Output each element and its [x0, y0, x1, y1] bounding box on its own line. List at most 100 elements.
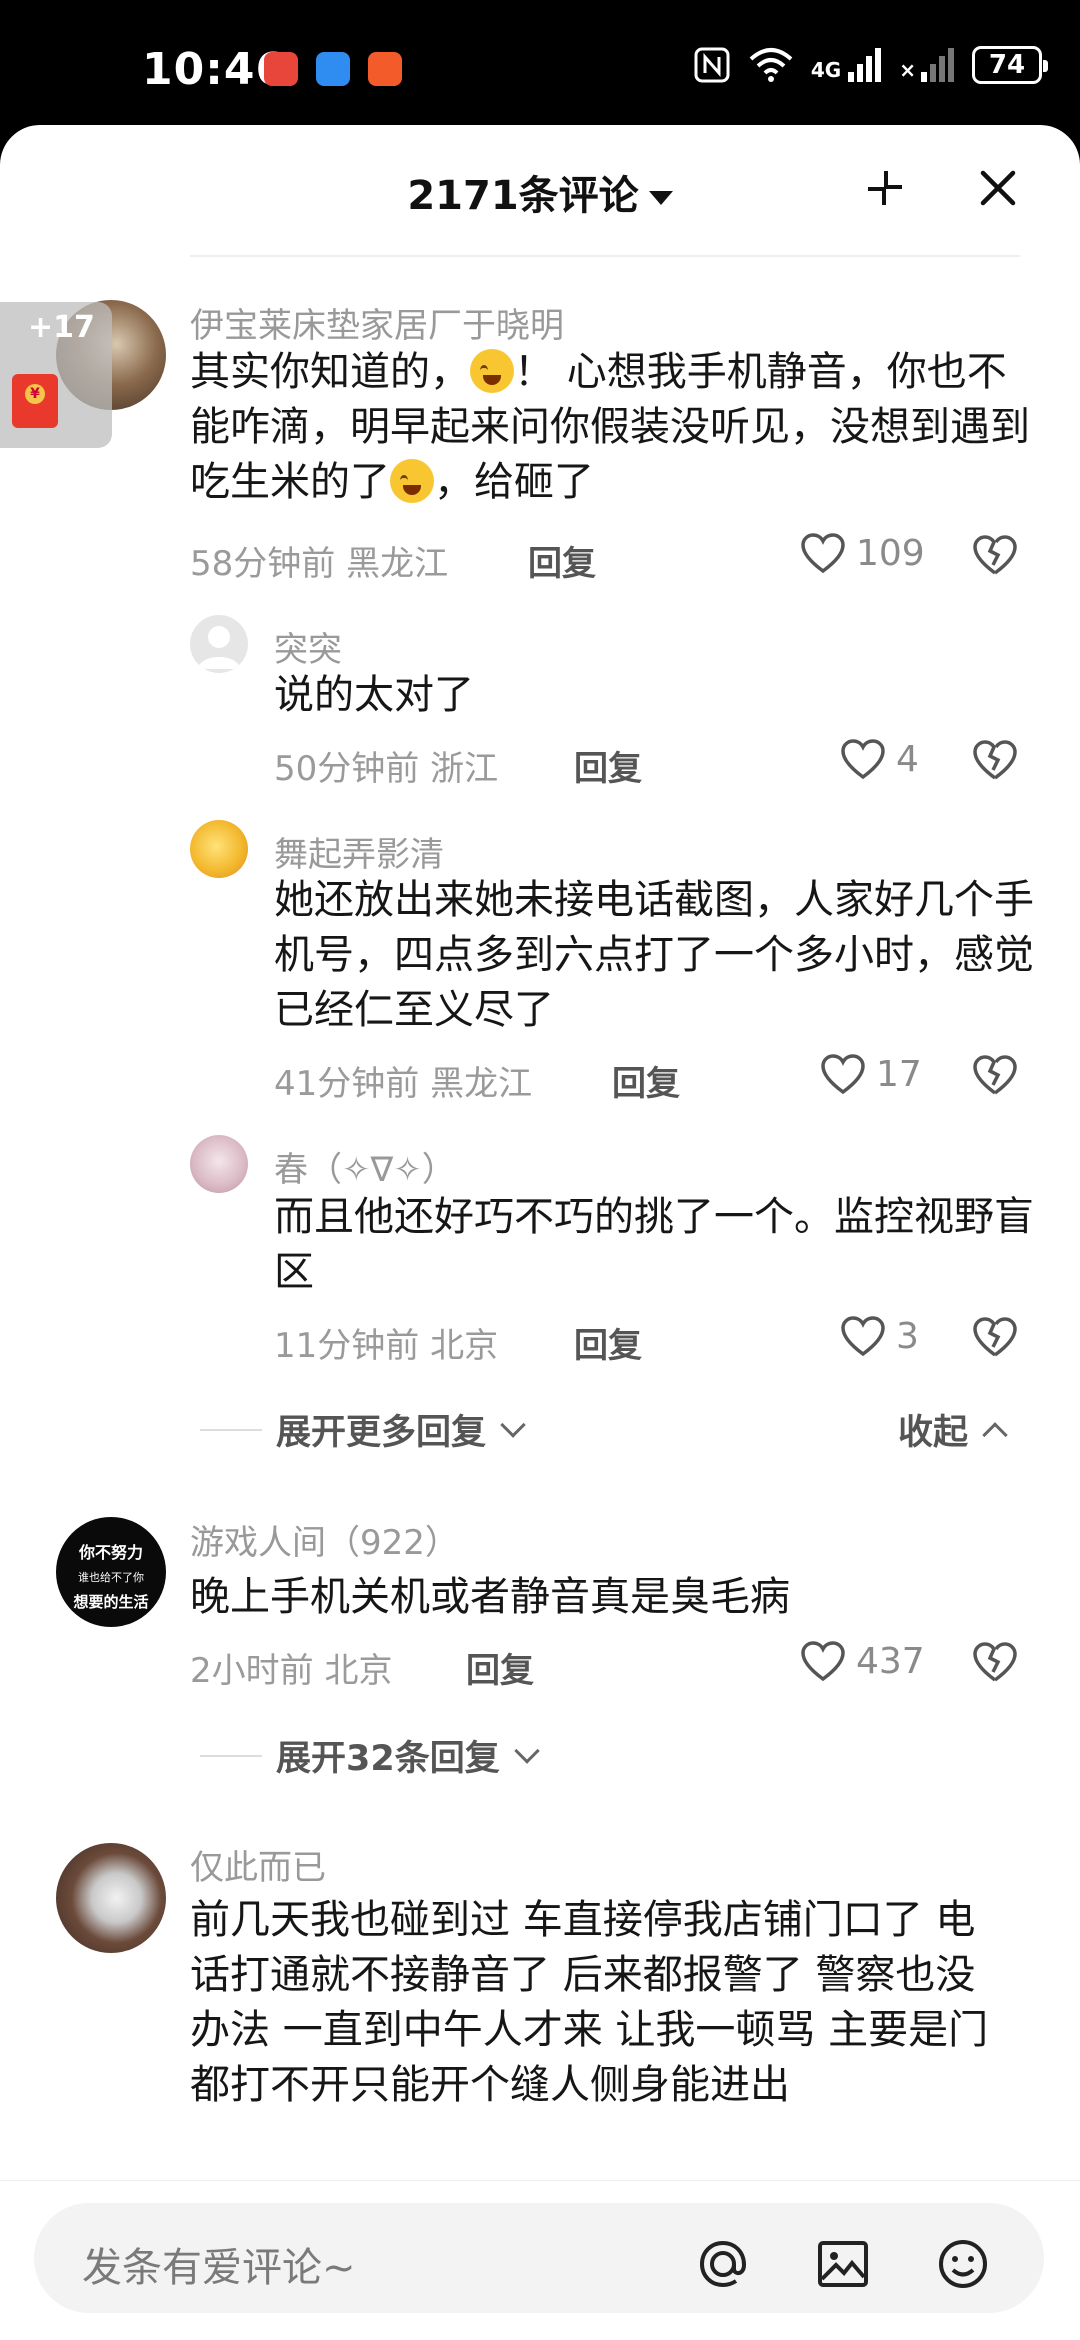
like-count: 109 — [856, 532, 925, 574]
avatar[interactable] — [190, 820, 248, 878]
avatar-text: 想要的生活 — [73, 1593, 149, 1611]
avatar-text: 谁也给不了你 — [78, 1571, 144, 1584]
wifi-icon — [749, 48, 793, 82]
expand-more-replies[interactable]: 展开更多回复 — [200, 1404, 526, 1455]
dislike-icon[interactable] — [972, 1315, 1018, 1359]
comment-text: 其实你知道的，！ 心想我手机静音，你也不能咋滴，明早起来问你假装没听见，没想到遇… — [190, 345, 1040, 510]
comment-text: 前几天我也碰到过 车直接停我店铺门口了 电话打通就不接静音了 后来都报警了 警察… — [190, 1897, 989, 2108]
comment-text: 说的太对了 — [274, 672, 474, 718]
reply-button[interactable]: 回复 — [574, 1318, 642, 1367]
nfc-icon — [694, 47, 730, 83]
heart-icon — [841, 1316, 885, 1357]
comment-author[interactable]: 游戏人间（922） — [190, 1515, 459, 1564]
image-icon[interactable] — [812, 2233, 874, 2295]
comment-text-part: 其实你知道的， — [190, 349, 470, 395]
comment-meta: 11分钟前 北京 — [274, 1318, 498, 1367]
signal-weak-icon: × — [899, 48, 954, 82]
mention-icon[interactable] — [692, 2233, 754, 2295]
heart-icon — [801, 1641, 845, 1682]
comment-time: 11分钟前 — [274, 1326, 420, 1366]
comment-author[interactable]: 仅此而已 — [190, 1840, 326, 1889]
comment-location: 黑龙江 — [430, 1064, 533, 1104]
comment-text: 她还放出来她未接电话截图，人家好几个手机号，四点多到六点打了一个多小时，感觉已经… — [274, 877, 1034, 1033]
avatar[interactable] — [56, 1843, 166, 1953]
sheet-header: 2171条评论 — [0, 125, 1080, 257]
reply-button[interactable]: 回复 — [528, 536, 596, 585]
reply-button[interactable]: 回复 — [466, 1643, 534, 1692]
chevron-down-icon — [500, 1411, 526, 1438]
red-packet-widget[interactable]: +17 — [0, 302, 112, 448]
reply-button[interactable]: 回复 — [612, 1056, 680, 1105]
grid-app-icon — [368, 52, 402, 86]
red-envelope-icon — [12, 374, 58, 428]
status-icons: 4G × 74 — [693, 46, 1048, 84]
avatar[interactable] — [190, 1135, 248, 1193]
like-button[interactable]: 109 — [800, 532, 925, 574]
header-divider — [190, 255, 1020, 257]
like-button[interactable]: 4 — [840, 738, 919, 780]
expand-more-label: 展开更多回复 — [276, 1413, 487, 1453]
red-packet-count: +17 — [28, 310, 95, 345]
dislike-icon[interactable] — [972, 1640, 1018, 1684]
like-count: 437 — [856, 1640, 925, 1682]
comment-text: 晚上手机关机或者静音真是臭毛病 — [190, 1574, 790, 1620]
avatar[interactable] — [190, 615, 248, 673]
like-count: 17 — [876, 1053, 922, 1095]
dislike-icon[interactable] — [972, 533, 1018, 577]
comment-text-part: ，给砸了 — [434, 459, 594, 505]
comment-location: 黑龙江 — [346, 544, 449, 584]
close-icon[interactable] — [975, 165, 1021, 211]
expand-32-label: 展开32条回复 — [276, 1739, 500, 1779]
comment-time: 58分钟前 — [190, 544, 336, 584]
emoji-icon[interactable] — [932, 2233, 994, 2295]
collapse-replies[interactable]: 收起 — [898, 1404, 1008, 1455]
comment-time: 41分钟前 — [274, 1064, 420, 1104]
huawei-app-icon — [264, 52, 298, 86]
battery-indicator: 74 — [972, 46, 1048, 84]
comment-input[interactable]: 发条有爱评论~ — [34, 2203, 1044, 2313]
chevron-up-icon — [982, 1421, 1008, 1448]
reply-button[interactable]: 回复 — [574, 741, 642, 790]
comment-input-bar: 发条有爱评论~ — [0, 2180, 1080, 2340]
heart-icon — [841, 739, 885, 780]
comment-meta: 58分钟前 黑龙江 — [190, 536, 448, 585]
expand-32-replies[interactable]: 展开32条回复 — [200, 1730, 540, 1781]
like-button[interactable]: 17 — [820, 1053, 922, 1095]
avatar-text: 你不努力 — [78, 1543, 143, 1562]
chevron-down-icon — [513, 1737, 540, 1764]
dislike-icon[interactable] — [972, 738, 1018, 782]
like-button[interactable]: 3 — [840, 1315, 919, 1357]
crying-emoji-icon — [390, 459, 434, 503]
comment-author[interactable]: 春（✧∇✧） — [274, 1142, 456, 1191]
comment-time: 2小时前 — [190, 1651, 314, 1691]
heart-icon — [821, 1054, 865, 1095]
default-avatar-icon — [198, 626, 240, 669]
collapse-icon[interactable] — [862, 165, 908, 211]
network-type: 4G — [810, 58, 842, 82]
like-button[interactable]: 437 — [800, 1640, 925, 1682]
comment-meta: 2小时前 北京 — [190, 1643, 392, 1692]
avatar[interactable]: 你不努力 谁也给不了你 想要的生活 — [56, 1517, 166, 1627]
comment-author[interactable]: 舞起弄影清 — [274, 827, 444, 876]
comment-count: 2171条评论 — [407, 173, 639, 219]
collapse-label: 收起 — [898, 1413, 969, 1453]
caret-down-icon — [648, 191, 673, 205]
like-count: 3 — [896, 1315, 919, 1357]
comment-count-dropdown[interactable]: 2171条评论 — [0, 163, 1080, 221]
comment-location: 北京 — [324, 1651, 393, 1691]
comment-author[interactable]: 伊宝莱床垫家居厂于晓明 — [190, 298, 564, 347]
comment-location: 浙江 — [430, 749, 499, 789]
comment-meta: 50分钟前 浙江 — [274, 741, 498, 790]
status-bar: 10:46 4G × 74 — [0, 0, 1080, 125]
comment-author[interactable]: 突突 — [274, 622, 342, 671]
like-count: 4 — [896, 738, 919, 780]
crying-emoji-icon — [470, 349, 514, 393]
heart-icon — [801, 533, 845, 574]
comment-time: 50分钟前 — [274, 749, 420, 789]
comment-text: 而且他还好巧不巧的挑了一个。监控视野盲区 — [274, 1194, 1034, 1295]
cloud-app-icon — [316, 52, 350, 86]
comment-location: 北京 — [430, 1326, 499, 1366]
comment-input-placeholder: 发条有爱评论~ — [82, 2245, 356, 2291]
signal-4g-icon: 4G — [810, 48, 882, 82]
dislike-icon[interactable] — [972, 1053, 1018, 1097]
